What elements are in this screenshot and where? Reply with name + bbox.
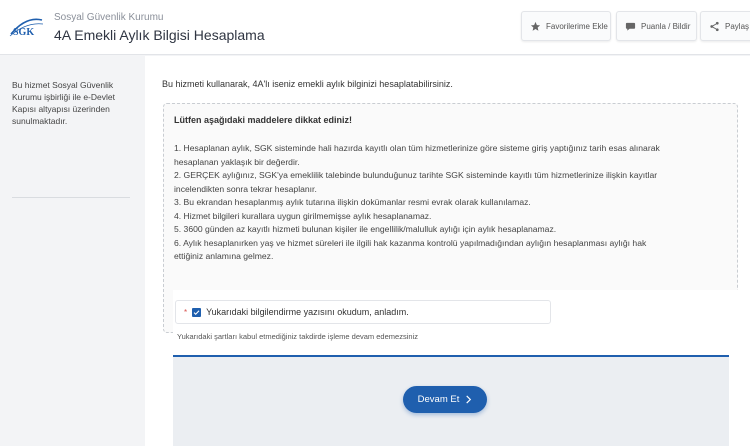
sidebar-divider bbox=[12, 197, 130, 198]
check-icon bbox=[193, 309, 200, 315]
intro-text: Bu hizmeti kullanarak, 4A'lı iseniz emek… bbox=[162, 79, 453, 89]
share-label: Paylaş bbox=[725, 21, 750, 31]
notice-item: 2. GERÇEK aylığınız, SGK'ya emeklilik ta… bbox=[174, 170, 658, 180]
sgk-logo: SGK bbox=[9, 18, 44, 38]
continue-button[interactable]: Devam Et bbox=[403, 386, 487, 413]
notice-item: ettiğiniz anlamına gelmez. bbox=[174, 251, 274, 261]
acknowledge-checkbox[interactable] bbox=[192, 307, 202, 317]
notice-item: hesaplanan yaklaşık bir değerdir. bbox=[174, 156, 300, 167]
confirmation-section: * Yukarıdaki bilgilendirme yazısını okud… bbox=[173, 290, 738, 446]
notice-title: Lütfen aşağıdaki maddelere dikkat ediniz… bbox=[174, 115, 353, 125]
share-button[interactable]: Paylaş bbox=[700, 11, 750, 41]
acknowledge-label: Yukarıdaki bilgilendirme yazısını okudum… bbox=[206, 307, 409, 317]
notice-item: 3. Bu ekrandan hesaplanmış aylık tutarın… bbox=[174, 197, 531, 207]
notice-item: 6. Aylık hesaplanırken yaş ve hizmet sür… bbox=[174, 237, 647, 248]
acknowledge-checkbox-row[interactable]: * Yukarıdaki bilgilendirme yazısını okud… bbox=[175, 300, 551, 324]
top-header: SGK Sosyal Güvenlik Kurumu 4A Emekli Ayl… bbox=[0, 0, 750, 55]
sidebar: Bu hizmet Sosyal Güvenlik Kurumu işbirli… bbox=[0, 56, 145, 446]
notice-item: 4. Hizmet bilgileri kurallara uygun giri… bbox=[174, 210, 432, 221]
star-icon bbox=[530, 21, 541, 31]
action-area: Devam Et bbox=[173, 355, 729, 446]
organization-name: Sosyal Güvenlik Kurumu bbox=[54, 12, 164, 23]
add-to-favorites-button[interactable]: Favorilerime Ekle bbox=[521, 11, 611, 41]
rate-report-button[interactable]: Puanla / Bildir bbox=[616, 11, 697, 41]
acceptance-warning: Yukarıdaki şartları kabul etmediğiniz ta… bbox=[177, 332, 418, 341]
page-title: 4A Emekli Aylık Bilgisi Hesaplama bbox=[54, 27, 265, 43]
chevron-right-icon bbox=[466, 395, 472, 404]
main-content: Bu hizmeti kullanarak, 4A'lı iseniz emek… bbox=[145, 56, 750, 446]
share-icon bbox=[710, 21, 719, 31]
add-to-favorites-label: Favorilerime Ekle bbox=[546, 21, 608, 31]
speech-bubble-icon bbox=[625, 22, 636, 31]
svg-text:SGK: SGK bbox=[13, 27, 34, 38]
notice-item: 5. 3600 günden az kayıtlı hizmeti buluna… bbox=[174, 224, 557, 234]
continue-label: Devam Et bbox=[417, 394, 460, 405]
notice-item: incelendikten sonra tekrar hesaplanır. bbox=[174, 183, 317, 194]
rate-report-label: Puanla / Bildir bbox=[641, 21, 691, 31]
required-marker: * bbox=[184, 307, 188, 317]
service-info-note: Bu hizmet Sosyal Güvenlik Kurumu işbirli… bbox=[12, 80, 115, 126]
notice-item: 1. Hesaplanan aylık, SGK sisteminde hali… bbox=[174, 143, 660, 153]
notice-list: 1. Hesaplanan aylık, SGK sisteminde hali… bbox=[174, 142, 729, 264]
